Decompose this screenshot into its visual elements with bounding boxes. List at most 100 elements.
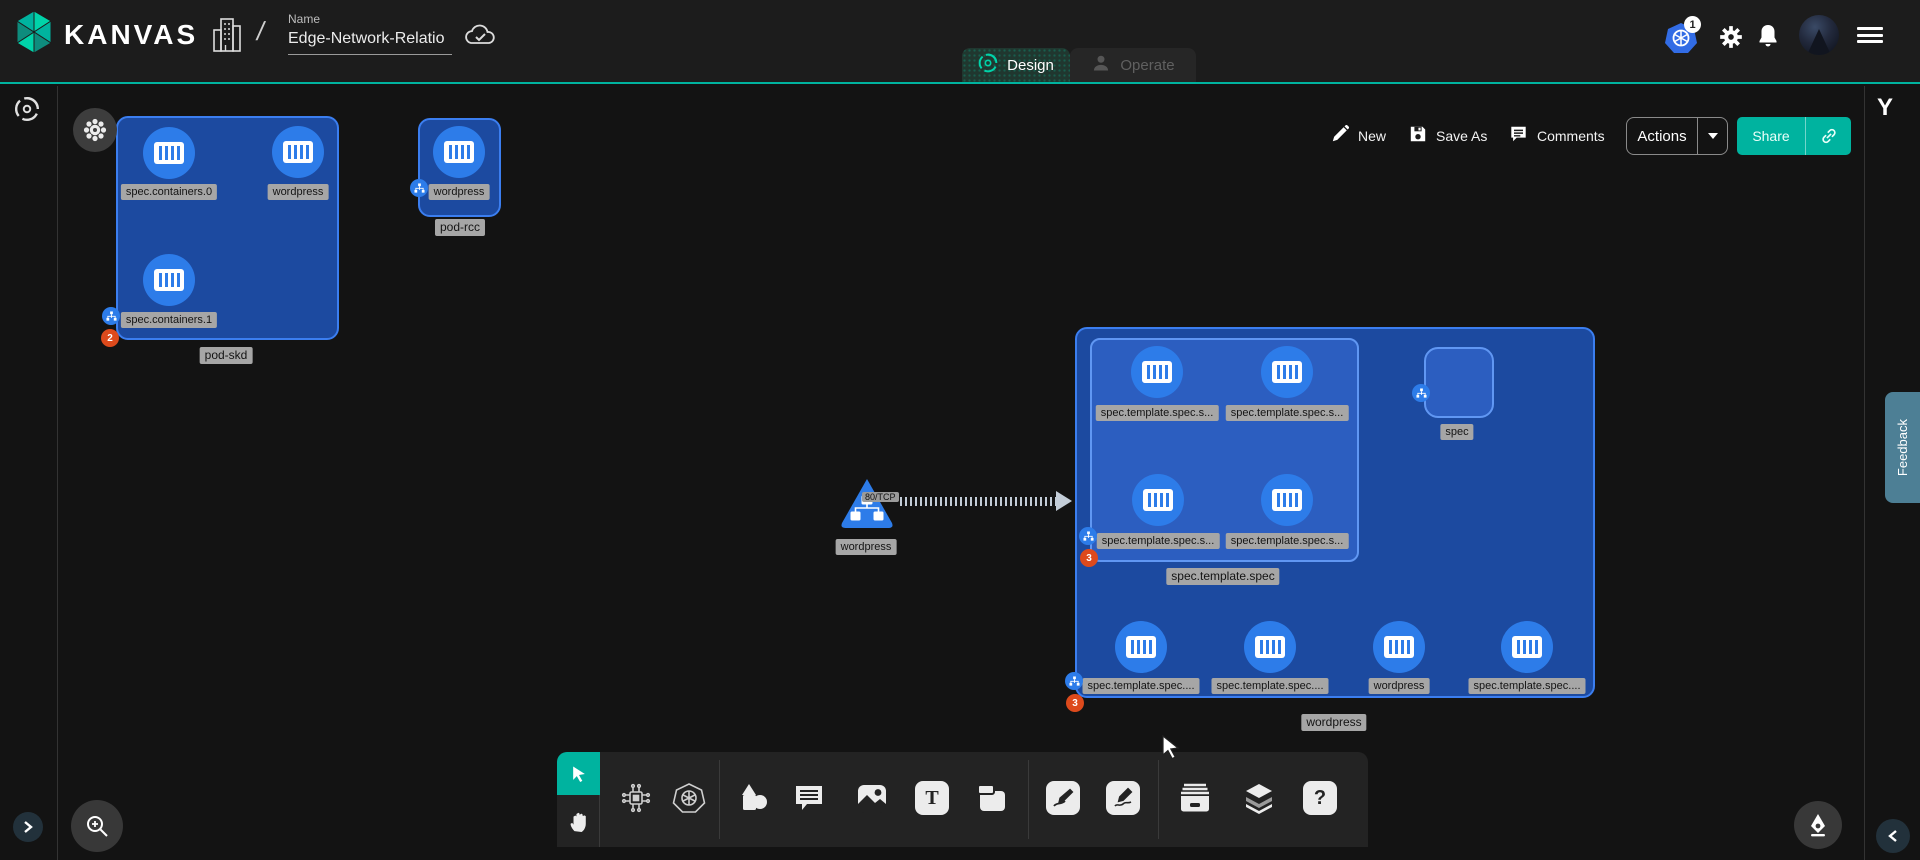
help-button[interactable]: ? bbox=[1300, 778, 1340, 818]
expand-left-panel-button[interactable] bbox=[13, 812, 43, 842]
container-icon bbox=[1272, 489, 1302, 511]
shapes-tool-button[interactable] bbox=[733, 778, 773, 818]
tab-operate[interactable]: Operate bbox=[1070, 48, 1196, 82]
node-label: spec.template.spec.s... bbox=[1226, 533, 1349, 549]
node-label: spec bbox=[1440, 424, 1473, 440]
container-icon bbox=[283, 141, 313, 163]
node-container[interactable] bbox=[143, 127, 195, 179]
node-label: spec.template.spec.... bbox=[1083, 678, 1200, 694]
group-label: wordpress bbox=[1301, 714, 1366, 731]
tab-design-label: Design bbox=[1007, 57, 1054, 74]
actions-dropdown-button[interactable]: Actions bbox=[1626, 117, 1728, 155]
pan-tool-button[interactable] bbox=[557, 795, 600, 847]
node-container[interactable] bbox=[1373, 621, 1425, 673]
pen-nib-button[interactable] bbox=[1794, 801, 1842, 849]
sitemap-badge-icon[interactable] bbox=[1079, 527, 1097, 545]
error-count-badge[interactable]: 3 bbox=[1066, 694, 1084, 712]
node-container[interactable] bbox=[1261, 474, 1313, 526]
archive-drawer-button[interactable] bbox=[1175, 778, 1215, 818]
comments-label: Comments bbox=[1537, 128, 1605, 144]
draw-line-tool-button[interactable] bbox=[1043, 778, 1083, 818]
organization-building-icon[interactable] bbox=[211, 16, 243, 54]
draw-freehand-tool-button[interactable] bbox=[1103, 778, 1143, 818]
error-count-badge[interactable]: 3 bbox=[1080, 549, 1098, 567]
tab-design[interactable]: Design bbox=[962, 48, 1070, 82]
select-tool-button[interactable] bbox=[557, 752, 600, 795]
design-name-input[interactable]: Edge-Network-Relatio bbox=[288, 30, 452, 55]
group-label: pod-skd bbox=[200, 347, 253, 364]
floppy-disk-icon bbox=[1409, 125, 1427, 146]
image-tool-button[interactable] bbox=[852, 778, 892, 818]
notifications-bell-icon[interactable] bbox=[1756, 23, 1780, 49]
service-edge[interactable] bbox=[900, 497, 1058, 506]
container-icon bbox=[1384, 636, 1414, 658]
container-icon bbox=[444, 141, 474, 163]
node-label: spec.template.spec.s... bbox=[1096, 405, 1219, 421]
save-as-label: Save As bbox=[1436, 128, 1487, 144]
chevron-down-icon bbox=[1708, 133, 1718, 139]
new-label: New bbox=[1358, 128, 1386, 144]
sitemap-badge-icon[interactable] bbox=[102, 307, 120, 325]
node-container[interactable] bbox=[1115, 621, 1167, 673]
design-name-label: Name bbox=[288, 12, 452, 26]
node-label: spec.containers.0 bbox=[121, 184, 217, 200]
node-container[interactable] bbox=[1244, 621, 1296, 673]
node-container[interactable] bbox=[272, 126, 324, 178]
node-container[interactable] bbox=[1131, 346, 1183, 398]
node-label: spec.template.spec.... bbox=[1212, 678, 1329, 694]
layers-button[interactable] bbox=[1239, 778, 1279, 818]
group-label: pod-rcc bbox=[435, 219, 485, 236]
actions-caret[interactable] bbox=[1697, 118, 1727, 154]
copy-link-icon[interactable] bbox=[1805, 117, 1851, 155]
text-tool-button[interactable]: T bbox=[912, 778, 952, 818]
node-container[interactable] bbox=[1132, 474, 1184, 526]
container-icon bbox=[1142, 361, 1172, 383]
bottom-toolbar: T bbox=[557, 752, 1368, 847]
user-avatar[interactable] bbox=[1799, 15, 1839, 55]
pencil-icon bbox=[1331, 125, 1349, 146]
container-icon bbox=[1512, 636, 1542, 658]
feedback-label: Feedback bbox=[1895, 419, 1910, 476]
design-spiral-icon bbox=[978, 53, 998, 77]
save-as-button[interactable]: Save As bbox=[1409, 125, 1487, 146]
settings-gear-icon[interactable] bbox=[1718, 24, 1744, 50]
node-service-triangle[interactable] bbox=[838, 476, 896, 537]
share-button[interactable]: Share bbox=[1737, 117, 1851, 155]
group-label: spec.template.spec bbox=[1166, 568, 1279, 585]
node-label: spec.containers.1 bbox=[121, 312, 217, 328]
node-container[interactable] bbox=[433, 126, 485, 178]
error-count-badge[interactable]: 2 bbox=[101, 329, 119, 347]
tab-operate-label: Operate bbox=[1120, 57, 1174, 74]
breadcrumb-slash: / bbox=[254, 16, 267, 47]
components-chip-button[interactable] bbox=[616, 778, 656, 818]
comment-tool-button[interactable] bbox=[789, 778, 829, 818]
node-container[interactable] bbox=[1261, 346, 1313, 398]
edge-port-label: 80/TCP bbox=[862, 492, 899, 502]
comment-icon bbox=[1509, 125, 1528, 146]
sitemap-badge-icon[interactable] bbox=[1065, 672, 1083, 690]
comments-button[interactable]: Comments bbox=[1509, 125, 1605, 146]
kanvas-logo[interactable]: KANVAS bbox=[14, 10, 198, 59]
node-label: wordpress bbox=[836, 539, 897, 555]
sitemap-badge-icon[interactable] bbox=[410, 179, 428, 197]
node-container[interactable] bbox=[1501, 621, 1553, 673]
feedback-tab[interactable]: Feedback bbox=[1885, 392, 1920, 503]
new-button[interactable]: New bbox=[1331, 125, 1386, 146]
left-rail-divider bbox=[57, 86, 58, 860]
canvas-flower-button[interactable] bbox=[73, 108, 117, 152]
note-tool-button[interactable] bbox=[972, 778, 1012, 818]
zoom-search-button[interactable] bbox=[71, 800, 123, 852]
node-container[interactable] bbox=[143, 254, 195, 306]
menu-icon[interactable] bbox=[1857, 27, 1883, 43]
container-icon bbox=[154, 269, 184, 291]
kubernetes-tool-button[interactable] bbox=[669, 778, 709, 818]
collapse-right-panel-button[interactable] bbox=[1876, 819, 1910, 853]
sitemap-badge-icon[interactable] bbox=[1412, 384, 1430, 402]
meshery-spiral-icon[interactable] bbox=[14, 96, 40, 127]
logo-wordmark: KANVAS bbox=[64, 19, 198, 51]
actions-label: Actions bbox=[1627, 118, 1697, 154]
node-spec[interactable] bbox=[1424, 347, 1494, 418]
node-label: spec.template.spec.s... bbox=[1097, 533, 1220, 549]
design-name-field[interactable]: Name Edge-Network-Relatio bbox=[288, 12, 452, 55]
right-rail-y-glyph[interactable]: Y bbox=[1877, 94, 1893, 122]
